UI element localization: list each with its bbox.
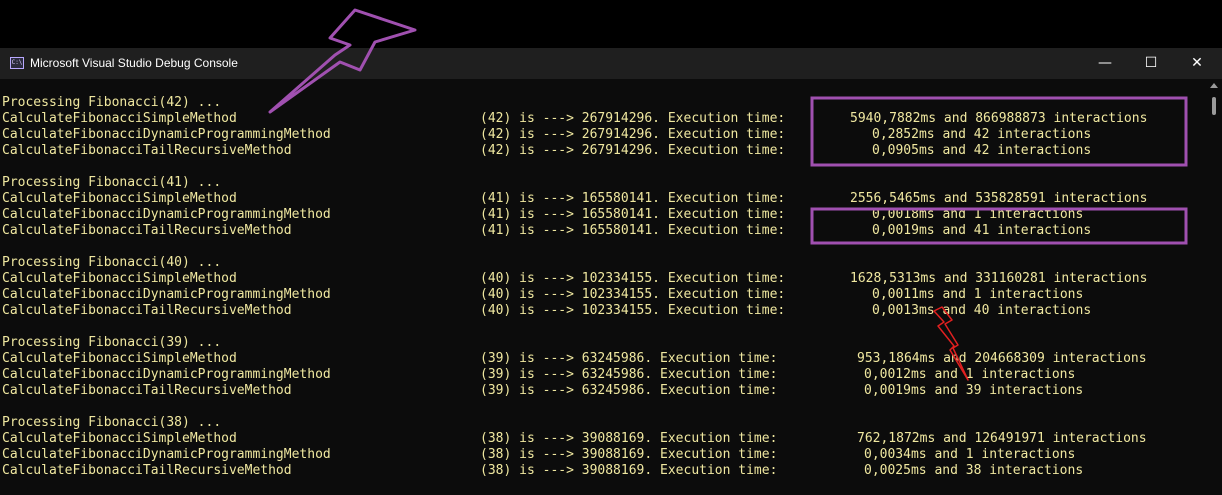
- method-name: CalculateFibonacciDynamicProgrammingMeth…: [2, 447, 331, 462]
- stats-text: 0,0012ms and 1 interactions: [864, 367, 1076, 382]
- stats-text: 0,0034ms and 1 interactions: [864, 447, 1076, 462]
- console-line: CalculateFibonacciSimpleMethod (41) is -…: [2, 191, 1147, 207]
- result-text: (40) is ---> 102334155. Execution time:: [480, 303, 786, 318]
- stats-text: 0,0905ms and 42 interactions: [872, 143, 1092, 158]
- method-name: CalculateFibonacciSimpleMethod: [2, 431, 237, 446]
- scrollbar-thumb[interactable]: [1212, 97, 1216, 115]
- result-text: (38) is ---> 39088169. Execution time:: [480, 431, 778, 446]
- debug-console-window: C:\ Microsoft Visual Studio Debug Consol…: [0, 48, 1222, 495]
- console-output[interactable]: Processing Fibonacci(42) ... CalculateFi…: [0, 79, 1206, 495]
- stats-text: 0,2852ms and 42 interactions: [872, 127, 1092, 142]
- method-name: CalculateFibonacciTailRecursiveMethod: [2, 223, 292, 238]
- stats-text: 0,0011ms and 1 interactions: [872, 287, 1084, 302]
- method-name: CalculateFibonacciTailRecursiveMethod: [2, 143, 292, 158]
- stats-text: 762,1872ms and 126491971 interactions: [857, 431, 1147, 446]
- console-line: CalculateFibonacciSimpleMethod (40) is -…: [2, 271, 1147, 287]
- result-text: (41) is ---> 165580141. Execution time:: [480, 223, 786, 238]
- block-header: Processing Fibonacci(42) ...: [2, 95, 222, 110]
- close-button[interactable]: ✕: [1174, 48, 1220, 79]
- console-line: CalculateFibonacciTailRecursiveMethod (3…: [2, 463, 1083, 479]
- stats-text: 5940,7882ms and 866988873 interactions: [850, 111, 1148, 126]
- method-name: CalculateFibonacciDynamicProgrammingMeth…: [2, 367, 331, 382]
- console-line: CalculateFibonacciTailRecursiveMethod (4…: [2, 223, 1091, 239]
- result-text: (39) is ---> 63245986. Execution time:: [480, 351, 778, 366]
- method-name: CalculateFibonacciSimpleMethod: [2, 351, 237, 366]
- method-name: CalculateFibonacciDynamicProgrammingMeth…: [2, 207, 331, 222]
- console-line: CalculateFibonacciSimpleMethod (38) is -…: [2, 431, 1147, 447]
- console-app-icon: C:\: [10, 57, 24, 69]
- stats-text: 0,0025ms and 38 interactions: [864, 463, 1084, 478]
- result-text: (42) is ---> 267914296. Execution time:: [480, 111, 786, 126]
- method-name: CalculateFibonacciTailRecursiveMethod: [2, 463, 292, 478]
- method-name: CalculateFibonacciSimpleMethod: [2, 191, 237, 206]
- title-bar[interactable]: C:\ Microsoft Visual Studio Debug Consol…: [0, 48, 1222, 79]
- console-line: CalculateFibonacciDynamicProgrammingMeth…: [2, 287, 1083, 303]
- console-line: CalculateFibonacciDynamicProgrammingMeth…: [2, 447, 1075, 463]
- stats-text: 1628,5313ms and 331160281 interactions: [850, 271, 1148, 286]
- result-text: (41) is ---> 165580141. Execution time:: [480, 207, 786, 222]
- result-text: (42) is ---> 267914296. Execution time:: [480, 143, 786, 158]
- stats-text: 953,1864ms and 204668309 interactions: [857, 351, 1147, 366]
- scroll-up-arrow-icon[interactable]: [1210, 83, 1218, 88]
- block-header: Processing Fibonacci(41) ...: [2, 175, 222, 190]
- console-line: CalculateFibonacciSimpleMethod (42) is -…: [2, 111, 1147, 127]
- console-line: CalculateFibonacciTailRecursiveMethod (4…: [2, 303, 1091, 319]
- result-text: (41) is ---> 165580141. Execution time:: [480, 191, 786, 206]
- method-name: CalculateFibonacciTailRecursiveMethod: [2, 383, 292, 398]
- result-text: (38) is ---> 39088169. Execution time:: [480, 447, 778, 462]
- result-text: (38) is ---> 39088169. Execution time:: [480, 463, 778, 478]
- stats-text: 0,0019ms and 39 interactions: [864, 383, 1084, 398]
- console-line: CalculateFibonacciTailRecursiveMethod (4…: [2, 143, 1091, 159]
- method-name: CalculateFibonacciDynamicProgrammingMeth…: [2, 287, 331, 302]
- console-line: CalculateFibonacciDynamicProgrammingMeth…: [2, 127, 1091, 143]
- maximize-button[interactable]: ☐: [1128, 48, 1174, 79]
- console-line: CalculateFibonacciDynamicProgrammingMeth…: [2, 207, 1083, 223]
- result-text: (39) is ---> 63245986. Execution time:: [480, 383, 778, 398]
- window-title: Microsoft Visual Studio Debug Console: [30, 56, 238, 70]
- stats-text: 0,0019ms and 41 interactions: [872, 223, 1092, 238]
- result-text: (42) is ---> 267914296. Execution time:: [480, 127, 786, 142]
- console-line: CalculateFibonacciDynamicProgrammingMeth…: [2, 367, 1075, 383]
- block-header: Processing Fibonacci(39) ...: [2, 335, 222, 350]
- console-line: CalculateFibonacciTailRecursiveMethod (3…: [2, 383, 1083, 399]
- minimize-button[interactable]: —: [1082, 48, 1128, 79]
- method-name: CalculateFibonacciTailRecursiveMethod: [2, 303, 292, 318]
- stats-text: 0,0018ms and 1 interactions: [872, 207, 1084, 222]
- result-text: (39) is ---> 63245986. Execution time:: [480, 367, 778, 382]
- block-header: Processing Fibonacci(40) ...: [2, 255, 222, 270]
- console-line: CalculateFibonacciSimpleMethod (39) is -…: [2, 351, 1147, 367]
- stats-text: 2556,5465ms and 535828591 interactions: [850, 191, 1148, 206]
- method-name: CalculateFibonacciSimpleMethod: [2, 111, 237, 126]
- block-header: Processing Fibonacci(38) ...: [2, 415, 222, 430]
- vertical-scrollbar[interactable]: [1206, 79, 1222, 495]
- stats-text: 0,0013ms and 40 interactions: [872, 303, 1092, 318]
- method-name: CalculateFibonacciDynamicProgrammingMeth…: [2, 127, 331, 142]
- result-text: (40) is ---> 102334155. Execution time:: [480, 287, 786, 302]
- method-name: CalculateFibonacciSimpleMethod: [2, 271, 237, 286]
- result-text: (40) is ---> 102334155. Execution time:: [480, 271, 786, 286]
